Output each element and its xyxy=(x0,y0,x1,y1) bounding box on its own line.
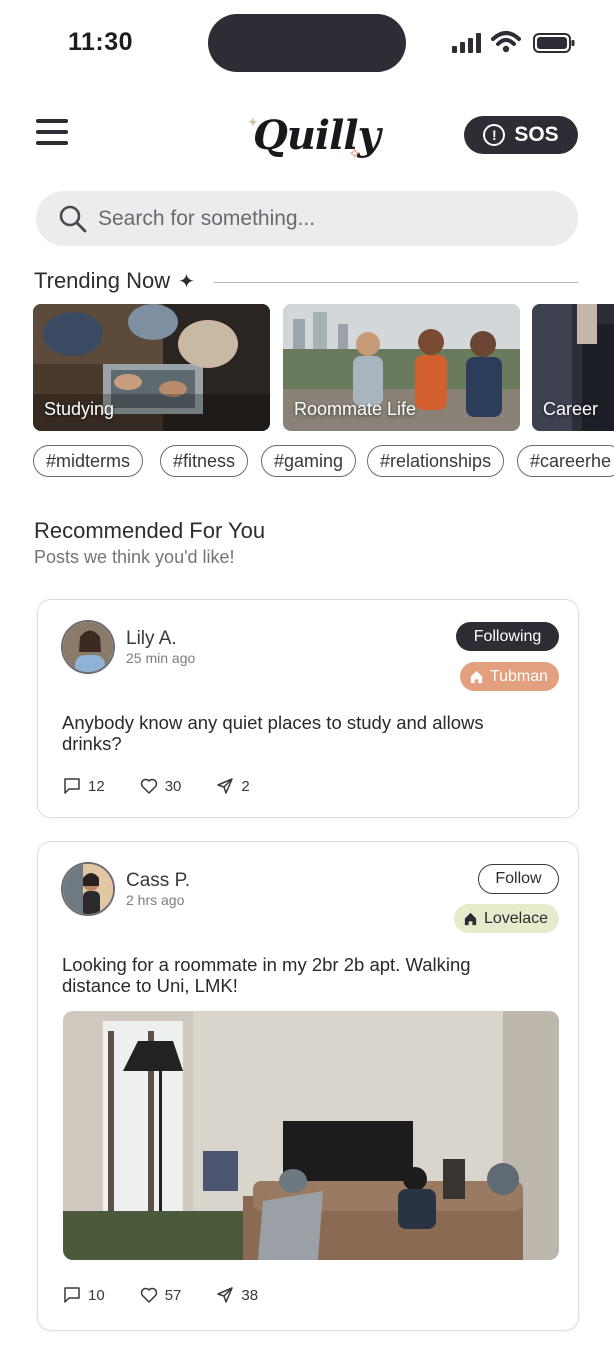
hashtag-chip[interactable]: #fitness xyxy=(160,445,249,477)
sos-label: SOS xyxy=(514,123,559,146)
post-author[interactable]: Lily A. xyxy=(126,628,177,650)
hashtag-chip[interactable]: #careerhe xyxy=(517,445,614,477)
living-room-image xyxy=(63,1011,559,1260)
recommended-title: Recommended For You xyxy=(34,518,266,543)
house-label: Tubman xyxy=(489,667,548,685)
hashtag-chip[interactable]: #gaming xyxy=(261,445,357,477)
post-image[interactable] xyxy=(63,1011,559,1260)
comment-count: 12 xyxy=(88,777,105,795)
comment-icon xyxy=(64,778,80,794)
trending-title: Trending Now ✦ xyxy=(34,268,195,294)
share-button[interactable]: 38 xyxy=(216,1286,258,1304)
avatar[interactable] xyxy=(61,862,115,916)
hashtag-list: #midterms #fitness #gaming #relationship… xyxy=(0,445,614,479)
like-count: 57 xyxy=(164,1286,182,1304)
recommended-subtitle: Posts we think you'd like! xyxy=(34,547,235,567)
post-actions: 10 57 38 xyxy=(63,1286,293,1304)
comment-button[interactable]: 12 xyxy=(63,777,105,795)
divider xyxy=(214,282,578,283)
search-input[interactable]: Search for something... xyxy=(36,191,578,246)
house-badge[interactable]: Lovelace xyxy=(453,904,559,933)
following-button[interactable]: Following xyxy=(456,622,559,651)
trending-card-label: Studying xyxy=(44,399,115,419)
dynamic-island xyxy=(208,14,406,72)
app-logo: ✦ Quilly ✧ xyxy=(235,108,385,164)
cellular-signal-icon xyxy=(452,33,481,53)
trending-carousel[interactable]: Studying Roommate Life Career xyxy=(0,304,614,431)
search-placeholder: Search for something... xyxy=(98,206,316,230)
send-icon xyxy=(217,1287,234,1303)
trending-card-label: Career xyxy=(543,399,599,419)
search-icon xyxy=(59,205,87,232)
post-actions: 12 30 2 xyxy=(63,777,285,795)
trending-title-text: Trending Now xyxy=(34,268,171,293)
like-button[interactable]: 57 xyxy=(140,1286,182,1304)
share-button[interactable]: 2 xyxy=(216,777,250,795)
comment-count: 10 xyxy=(88,1286,105,1304)
share-count: 2 xyxy=(241,777,250,795)
house-badge[interactable]: Tubman xyxy=(459,662,559,691)
comment-button[interactable]: 10 xyxy=(63,1286,105,1304)
post-text: Anybody know any quiet places to study a… xyxy=(62,712,484,754)
trending-card-label: Roommate Life xyxy=(294,399,417,419)
like-count: 30 xyxy=(164,777,182,795)
trending-card-roommate-life[interactable]: Roommate Life xyxy=(283,304,520,431)
app-header: ✦ Quilly ✧ ! SOS xyxy=(0,100,614,170)
house-icon xyxy=(464,912,477,926)
heart-icon xyxy=(140,1287,157,1303)
hamburger-menu-icon[interactable] xyxy=(36,119,68,149)
battery-icon xyxy=(533,33,575,53)
post-time: 2 hrs ago xyxy=(126,892,185,908)
like-button[interactable]: 30 xyxy=(140,777,182,795)
house-label: Lovelace xyxy=(483,909,548,927)
post-text: Looking for a roommate in my 2br 2b apt.… xyxy=(62,954,471,996)
hashtag-chip[interactable]: #midterms xyxy=(33,445,144,477)
post-card[interactable]: Lily A. 25 min ago Following Tubman Anyb… xyxy=(37,599,579,818)
house-icon xyxy=(470,670,483,684)
post-card[interactable]: Cass P. 2 hrs ago Follow Lovelace Lookin… xyxy=(37,841,579,1331)
comment-icon xyxy=(64,1287,80,1303)
sparkle-icon: ✦ xyxy=(178,270,195,293)
status-bar: 11:30 xyxy=(0,0,614,90)
follow-button[interactable]: Follow xyxy=(478,864,559,894)
status-time: 11:30 xyxy=(68,28,134,56)
hashtag-chip[interactable]: #relationships xyxy=(367,445,505,477)
post-time: 25 min ago xyxy=(126,650,196,666)
send-icon xyxy=(217,778,234,794)
trending-card-studying[interactable]: Studying xyxy=(33,304,270,431)
heart-icon xyxy=(140,778,157,794)
share-count: 38 xyxy=(241,1286,259,1304)
sparkle-icon: ✧ xyxy=(348,146,362,163)
wifi-icon xyxy=(491,31,521,53)
post-author[interactable]: Cass P. xyxy=(126,870,190,892)
alert-icon: ! xyxy=(483,124,506,146)
trending-card-career[interactable]: Career xyxy=(532,304,614,431)
sos-button[interactable]: ! SOS xyxy=(464,116,578,154)
avatar[interactable] xyxy=(61,620,115,674)
